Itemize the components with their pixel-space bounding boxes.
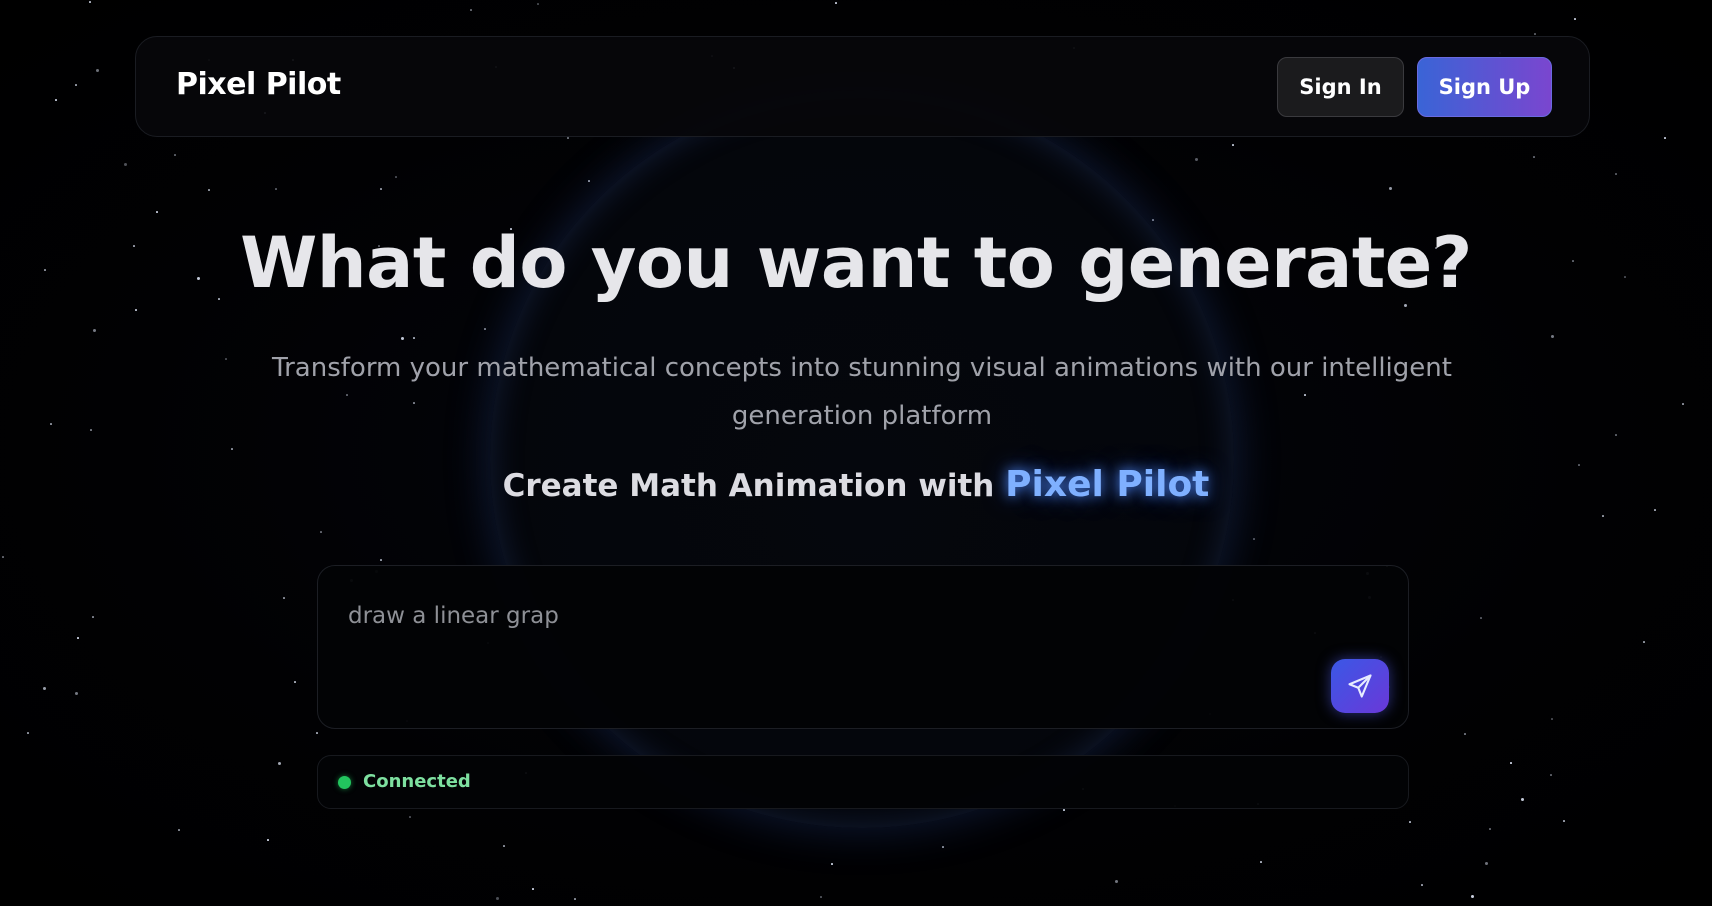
star <box>43 687 46 690</box>
star <box>409 816 411 818</box>
hero-title: What do you want to generate? <box>240 222 1472 304</box>
star <box>1260 861 1262 863</box>
star <box>1409 821 1411 823</box>
tagline: Create Math Animation with Pixel Pilot <box>0 464 1712 505</box>
star <box>1510 762 1512 764</box>
star <box>1574 18 1576 20</box>
star <box>401 337 404 340</box>
star <box>75 84 77 86</box>
star <box>470 9 472 11</box>
star <box>503 845 505 847</box>
star <box>835 2 837 4</box>
star <box>413 337 415 339</box>
status-dot-icon <box>338 776 351 789</box>
star <box>316 732 318 734</box>
star <box>178 829 180 831</box>
star <box>532 888 534 890</box>
star <box>2 556 4 558</box>
star <box>27 732 29 734</box>
sign-up-button[interactable]: Sign Up <box>1417 57 1552 117</box>
star <box>225 358 227 360</box>
brand-logo[interactable]: Pixel Pilot <box>176 67 341 102</box>
star <box>135 309 137 311</box>
prompt-box <box>317 565 1409 729</box>
tagline-brand: Pixel Pilot <box>1005 464 1210 505</box>
status-text: Connected <box>363 771 471 792</box>
star <box>93 329 96 332</box>
star <box>537 3 539 5</box>
star <box>55 99 57 101</box>
star <box>1551 718 1553 720</box>
star <box>1471 895 1474 898</box>
star <box>1551 335 1554 338</box>
star <box>588 180 590 182</box>
star <box>96 69 99 72</box>
star <box>1643 641 1645 643</box>
star <box>1421 884 1423 886</box>
star <box>380 188 382 190</box>
star <box>574 898 576 900</box>
star <box>1521 798 1524 801</box>
star <box>174 154 176 156</box>
star <box>294 681 296 683</box>
star <box>567 137 569 139</box>
star <box>1063 809 1065 811</box>
star <box>1533 156 1535 158</box>
star <box>320 531 322 533</box>
star <box>496 897 499 900</box>
hero-subtitle: Transform your mathematical concepts int… <box>272 353 1452 431</box>
sign-in-button[interactable]: Sign In <box>1277 57 1404 117</box>
star <box>156 211 158 213</box>
star <box>820 896 822 898</box>
prompt-input[interactable] <box>348 596 1288 636</box>
star <box>380 559 382 561</box>
star <box>90 429 92 431</box>
star <box>1232 144 1234 146</box>
star <box>1615 434 1617 436</box>
star <box>1654 509 1656 511</box>
star <box>1664 137 1666 139</box>
star <box>208 189 210 191</box>
star <box>1253 538 1255 540</box>
connection-status-bar: Connected <box>317 755 1409 809</box>
star <box>1480 617 1482 619</box>
star <box>275 188 277 190</box>
navbar: Pixel Pilot Sign In Sign Up <box>135 36 1590 137</box>
star <box>1489 828 1491 830</box>
star <box>395 176 397 178</box>
star <box>1615 173 1617 175</box>
star <box>283 597 285 599</box>
paper-plane-icon <box>1348 674 1372 698</box>
star <box>124 163 127 166</box>
star <box>77 637 79 639</box>
send-button[interactable] <box>1331 659 1389 713</box>
star <box>278 762 281 765</box>
star <box>1563 820 1565 822</box>
star <box>1404 304 1407 307</box>
star <box>484 328 486 330</box>
star <box>831 863 833 865</box>
page: Pixel Pilot Sign In Sign Up What do you … <box>0 0 1712 906</box>
star <box>1602 515 1604 517</box>
star <box>92 616 94 618</box>
star <box>1115 880 1118 883</box>
star <box>1152 219 1154 221</box>
star <box>89 1 91 3</box>
star <box>1389 187 1392 190</box>
tagline-prefix: Create Math Animation with <box>502 468 995 504</box>
star <box>267 839 269 841</box>
star <box>50 423 52 425</box>
star <box>75 692 78 695</box>
star <box>1195 158 1198 161</box>
star <box>231 448 233 450</box>
star <box>942 846 944 848</box>
star <box>1682 403 1684 405</box>
star <box>1550 774 1552 776</box>
star <box>1534 33 1536 35</box>
star <box>1464 733 1466 735</box>
star <box>1485 862 1488 865</box>
